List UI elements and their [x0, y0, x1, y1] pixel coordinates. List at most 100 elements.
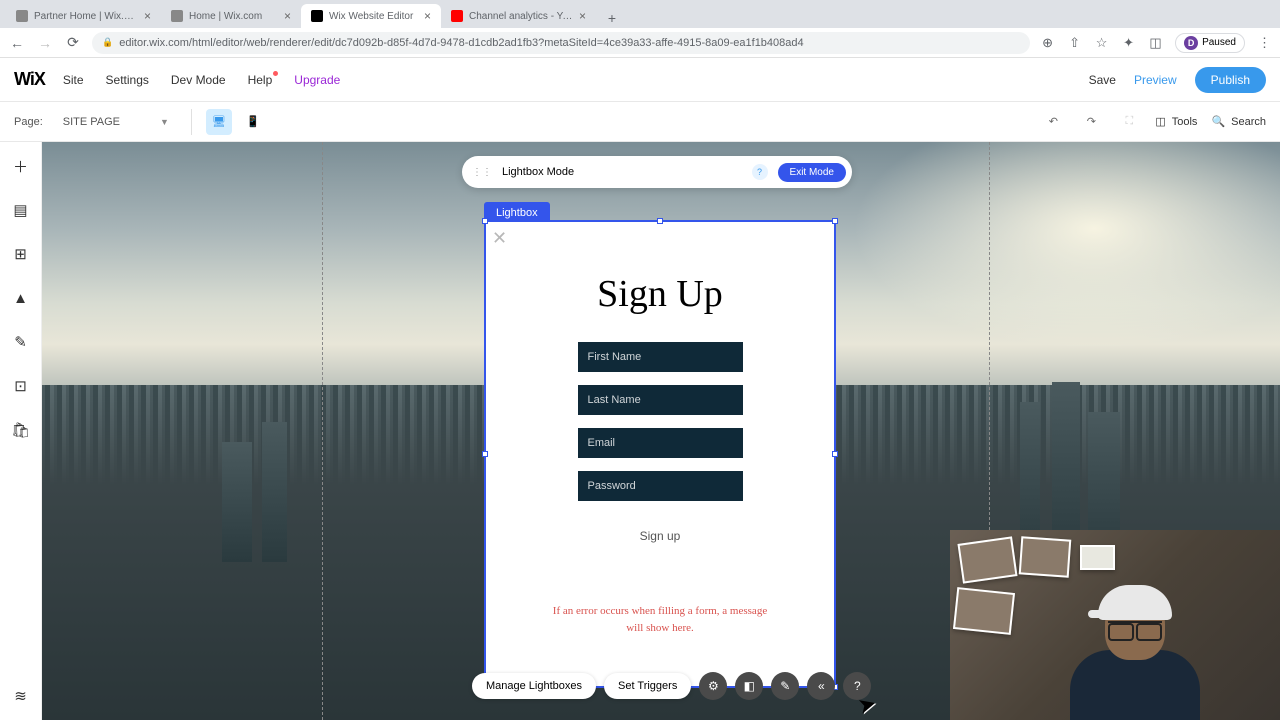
desk-photo — [953, 587, 1015, 635]
field-placeholder: Last Name — [588, 394, 641, 406]
page-selector: Page: SITE PAGE ▼ — [14, 112, 177, 132]
forward-button[interactable]: → — [36, 34, 54, 52]
media-icon[interactable]: ▲ — [11, 288, 31, 308]
sidepanel-icon[interactable]: ◫ — [1148, 35, 1163, 50]
browser-tab[interactable]: Channel analytics - YouTube S× — [441, 4, 596, 28]
wix-topbar: WiX Site Settings Dev Mode Help Upgrade … — [0, 58, 1280, 102]
back-button[interactable]: ← — [8, 34, 26, 52]
close-icon[interactable]: × — [424, 9, 431, 23]
menu-site[interactable]: Site — [63, 73, 84, 87]
search-button[interactable]: 🔍 Search — [1211, 115, 1266, 128]
url-text: editor.wix.com/html/editor/web/renderer/… — [119, 37, 803, 49]
browser-tab[interactable]: Partner Home | Wix.com × — [6, 4, 161, 28]
kebab-icon[interactable]: ⋮ — [1257, 35, 1272, 50]
close-icon[interactable]: × — [579, 9, 586, 23]
design-icon[interactable]: ◧ — [735, 672, 763, 700]
tab-title: Partner Home | Wix.com — [34, 11, 138, 22]
pen-icon[interactable]: ✎ — [11, 332, 31, 352]
email-field[interactable]: Email — [578, 428, 743, 458]
manage-lightboxes-button[interactable]: Manage Lightboxes — [472, 673, 596, 699]
editor-stage[interactable]: ⋮⋮ Lightbox Mode ? Exit Mode Lightbox ✕ … — [42, 142, 1280, 720]
element-action-bar: Manage Lightboxes Set Triggers ⚙ ◧ ✎ « ? — [472, 672, 871, 700]
device-toggle: 🖥 📱 — [191, 109, 266, 135]
lightbox-element[interactable]: ✕ Sign Up First Name Last Name Email Pas… — [484, 220, 836, 688]
publish-button[interactable]: Publish — [1195, 67, 1266, 93]
last-name-field[interactable]: Last Name — [578, 385, 743, 415]
browser-tab[interactable]: Home | Wix.com× — [161, 4, 301, 28]
bookmark-icon[interactable]: ☆ — [1094, 35, 1109, 50]
menu-settings[interactable]: Settings — [106, 73, 149, 87]
editor-canvas-wrap: ＋ ▤ ⊞ ▲ ✎ ⊡ 🛍 ≋ ⋮⋮ Lightbox Mode ? Exit … — [0, 142, 1280, 720]
undo-button[interactable]: ↶ — [1041, 110, 1065, 134]
field-placeholder: Email — [588, 437, 616, 449]
zoom-icon[interactable]: ⊕ — [1040, 35, 1055, 50]
field-placeholder: Password — [588, 480, 636, 492]
lightbox-close-icon[interactable]: ✕ — [492, 228, 507, 249]
exit-mode-button[interactable]: Exit Mode — [778, 163, 846, 182]
desk-photo — [957, 536, 1017, 583]
bldg — [262, 422, 287, 562]
help-circle-icon[interactable]: ? — [843, 672, 871, 700]
close-icon[interactable]: × — [144, 9, 151, 23]
person-glasses — [1108, 621, 1162, 635]
menu-devmode[interactable]: Dev Mode — [171, 73, 226, 87]
menu-upgrade[interactable]: Upgrade — [294, 73, 340, 87]
business-icon[interactable]: 🛍 — [11, 420, 31, 440]
close-icon[interactable]: × — [284, 9, 291, 23]
cms-icon[interactable]: ⊡ — [11, 376, 31, 396]
help-icon[interactable]: ? — [752, 164, 768, 180]
resize-handle[interactable] — [832, 218, 838, 224]
tools-label: Tools — [1172, 116, 1198, 128]
layers-icon[interactable]: ≋ — [11, 686, 31, 706]
drag-handle-icon[interactable]: ⋮⋮ — [472, 167, 492, 178]
lightbox-mode-bar[interactable]: ⋮⋮ Lightbox Mode ? Exit Mode — [462, 156, 852, 188]
zoom-out-icon[interactable]: ⛶ — [1117, 110, 1141, 134]
resize-handle[interactable] — [657, 218, 663, 224]
wix-logo[interactable]: WiX — [14, 69, 45, 90]
browser-tab-active[interactable]: Wix Website Editor × — [301, 4, 441, 28]
add-icon[interactable]: ＋ — [11, 156, 31, 176]
redo-button[interactable]: ↷ — [1079, 110, 1103, 134]
signup-button[interactable]: Sign up — [526, 529, 794, 543]
resize-handle[interactable] — [482, 451, 488, 457]
address-bar[interactable]: 🔒 editor.wix.com/html/editor/web/rendere… — [92, 32, 1030, 54]
tab-title: Wix Website Editor — [329, 11, 418, 22]
first-name-field[interactable]: First Name — [578, 342, 743, 372]
search-label: Search — [1231, 116, 1266, 128]
preview-button[interactable]: Preview — [1134, 73, 1177, 87]
settings-icon[interactable]: ⚙ — [699, 672, 727, 700]
tools-button[interactable]: ◫ Tools — [1155, 115, 1197, 128]
webcam-overlay — [950, 530, 1280, 720]
set-triggers-button[interactable]: Set Triggers — [604, 673, 691, 699]
animation-icon[interactable]: ✎ — [771, 672, 799, 700]
mobile-view-button[interactable]: 📱 — [240, 109, 266, 135]
new-tab-button[interactable]: + — [602, 8, 622, 28]
desk-photo — [1019, 536, 1072, 577]
favicon — [311, 10, 323, 22]
reload-button[interactable]: ⟳ — [64, 34, 82, 52]
desktop-view-button[interactable]: 🖥 — [206, 109, 232, 135]
resize-handle[interactable] — [482, 218, 488, 224]
page-dropdown[interactable]: SITE PAGE ▼ — [55, 112, 177, 132]
tools-icon: ◫ — [1155, 115, 1165, 128]
chevron-down-icon: ▼ — [160, 117, 169, 127]
resize-handle[interactable] — [832, 451, 838, 457]
desk-note — [1080, 545, 1115, 570]
field-placeholder: First Name — [588, 351, 642, 363]
menu-help[interactable]: Help — [248, 73, 273, 87]
pages-icon[interactable]: ▤ — [11, 200, 31, 220]
secbar-right: ↶ ↷ ⛶ ◫ Tools 🔍 Search — [1041, 110, 1266, 134]
left-rail: ＋ ▤ ⊞ ▲ ✎ ⊡ 🛍 ≋ — [0, 142, 42, 720]
extensions-icon[interactable]: ✦ — [1121, 35, 1136, 50]
stretch-icon[interactable]: « — [807, 672, 835, 700]
apps-icon[interactable]: ⊞ — [11, 244, 31, 264]
search-icon: 🔍 — [1211, 115, 1225, 128]
chrome-actions: ⊕ ⇧ ☆ ✦ ◫ DPaused ⋮ — [1040, 33, 1272, 53]
browser-toolbar: ← → ⟳ 🔒 editor.wix.com/html/editor/web/r… — [0, 28, 1280, 58]
save-button[interactable]: Save — [1089, 73, 1116, 87]
share-icon[interactable]: ⇧ — [1067, 35, 1082, 50]
wix-menu: Site Settings Dev Mode Help Upgrade — [63, 73, 340, 87]
page-label: Page: — [14, 116, 43, 128]
profile-paused[interactable]: DPaused — [1175, 33, 1245, 53]
password-field[interactable]: Password — [578, 471, 743, 501]
